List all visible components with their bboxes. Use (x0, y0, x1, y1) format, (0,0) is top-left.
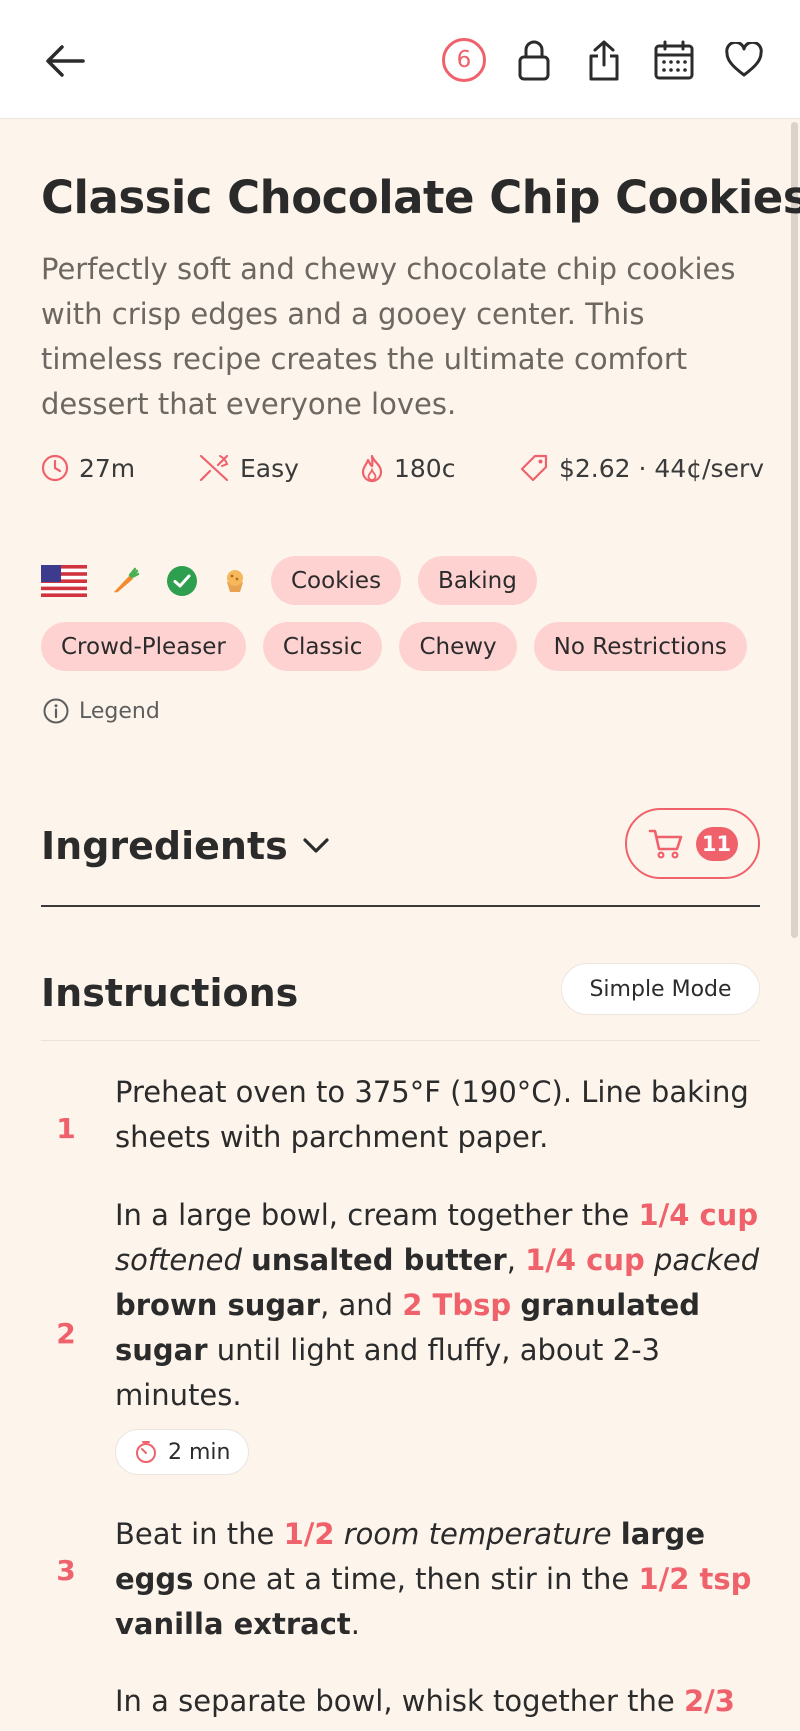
step-text: In a large bowl, cream together the 1/4 … (115, 1193, 760, 1418)
legend-button[interactable]: Legend (43, 698, 160, 724)
tag-chip[interactable]: No Restrictions (533, 622, 747, 671)
meta-time-value: 27m (79, 453, 136, 483)
top-bar: 6 (0, 0, 800, 119)
step-number: 2 (56, 1317, 76, 1350)
us-flag-icon (41, 564, 87, 598)
calendar-icon (654, 40, 694, 80)
flame-icon (361, 454, 383, 483)
step-text-segment: , and (320, 1288, 403, 1322)
cart-count-badge: 11 (695, 826, 738, 861)
add-to-cart-button[interactable]: 11 (625, 808, 760, 879)
recipe-description: Perfectly soft and chewy chocolate chip … (41, 252, 736, 421)
ingredients-section-header: Ingredients 11 (41, 787, 760, 907)
timer-icon (136, 1441, 156, 1463)
step-text-segment: Beat in the (115, 1517, 284, 1551)
meta-difficulty: Easy (198, 453, 360, 483)
ingredient-quantity: 1/2 tsp (638, 1562, 752, 1596)
info-icon (43, 698, 69, 724)
tag-chip[interactable]: Chewy (399, 622, 517, 671)
step-timer-label: 2 min (168, 1439, 231, 1465)
ingredient-name: vanilla extract (115, 1607, 351, 1641)
price-tag-icon (520, 454, 548, 482)
ingredient-quantity: 2/3 (683, 1684, 735, 1718)
meta-cost: $2.62 · 44¢/serv (519, 453, 764, 483)
step-text-segment (242, 1243, 251, 1277)
step-text: In a separate bowl, whisk together the 2… (115, 1679, 760, 1724)
instructions-title: Instructions (41, 971, 299, 1015)
step-text: Preheat oven to 375°F (190°C). Line baki… (115, 1070, 760, 1160)
step-number: 3 (56, 1554, 76, 1587)
cart-icon (648, 829, 682, 859)
step-text-segment (645, 1243, 654, 1277)
meta-cost-value: $2.62 · 44¢/serv (559, 453, 765, 483)
lock-button[interactable] (512, 37, 556, 83)
lock-icon (518, 40, 550, 81)
back-button[interactable] (40, 36, 90, 86)
ingredient-quantity: 1/2 (283, 1517, 335, 1551)
ingredient-name: unsalted butter (251, 1243, 507, 1277)
favorite-button[interactable] (722, 37, 766, 83)
calendar-button[interactable] (652, 37, 696, 83)
notification-count-button[interactable]: 6 (442, 37, 486, 83)
chevron-down-icon (303, 838, 329, 853)
meta-calories: 180c (360, 453, 519, 483)
ingredients-title: Ingredients (41, 824, 288, 868)
check-circle-icon (165, 565, 199, 597)
back-arrow-icon (46, 45, 85, 77)
clock-icon (41, 454, 69, 482)
step-text-segment (511, 1288, 520, 1322)
step-text-segment: Preheat oven to 375°F (190°C). Line baki… (115, 1075, 749, 1154)
tags-row-primary: Cookies Baking (41, 556, 537, 605)
notification-count-badge: 6 (442, 38, 486, 82)
ingredient-quantity: 1/4 cup (525, 1243, 645, 1277)
tags-row-secondary: Crowd-Pleaser Classic Chewy No Restricti… (41, 622, 747, 671)
step-text-segment (612, 1517, 621, 1551)
utensils-icon (199, 454, 229, 482)
step-text-segment: In a separate bowl, whisk together the (115, 1684, 684, 1718)
meta-difficulty-value: Easy (240, 453, 299, 483)
carrot-icon (109, 566, 141, 596)
heart-icon (725, 42, 763, 77)
muffin-icon (221, 568, 249, 594)
scrollbar[interactable] (791, 122, 798, 938)
ingredient-name: brown sugar (115, 1288, 321, 1322)
meta-calories-value: 180c (394, 453, 456, 483)
step-text: Beat in the 1/2 room temperature large e… (115, 1512, 760, 1647)
ingredient-quantity: 1/4 cup (638, 1198, 759, 1232)
ingredient-quantity: 2 Tbsp (402, 1288, 512, 1322)
simple-mode-button[interactable]: Simple Mode (561, 963, 760, 1015)
step-text-segment (335, 1517, 344, 1551)
ingredients-toggle[interactable]: Ingredients (41, 824, 330, 868)
ingredient-note: room temperature (343, 1517, 612, 1551)
recipe-meta: 27m Easy 180c $2.62 · 44¢/serv (41, 453, 764, 483)
recipe-title: Classic Chocolate Chip Cookies (41, 171, 800, 224)
tag-chip[interactable]: Classic (262, 622, 383, 671)
step-text-segment: one at a time, then stir in the (193, 1562, 639, 1596)
step-text-segment: , (506, 1243, 526, 1277)
share-button[interactable] (582, 37, 626, 83)
step-number: 1 (56, 1112, 76, 1145)
share-icon (589, 40, 619, 81)
ingredient-note: softened (115, 1243, 242, 1277)
tag-chip[interactable]: Cookies (271, 556, 402, 605)
instructions-section-header: Instructions Simple Mode (41, 959, 760, 1041)
tag-chip[interactable]: Baking (418, 556, 537, 605)
step-timer-button[interactable]: 2 min (115, 1429, 250, 1475)
step-text-segment: In a large bowl, cream together the (115, 1198, 639, 1232)
tag-chip[interactable]: Crowd-Pleaser (41, 622, 246, 671)
top-actions: 6 (442, 32, 766, 88)
legend-label: Legend (79, 698, 160, 724)
ingredient-note: packed (653, 1243, 760, 1277)
meta-time: 27m (41, 454, 198, 483)
step-text-segment: . (350, 1607, 360, 1641)
